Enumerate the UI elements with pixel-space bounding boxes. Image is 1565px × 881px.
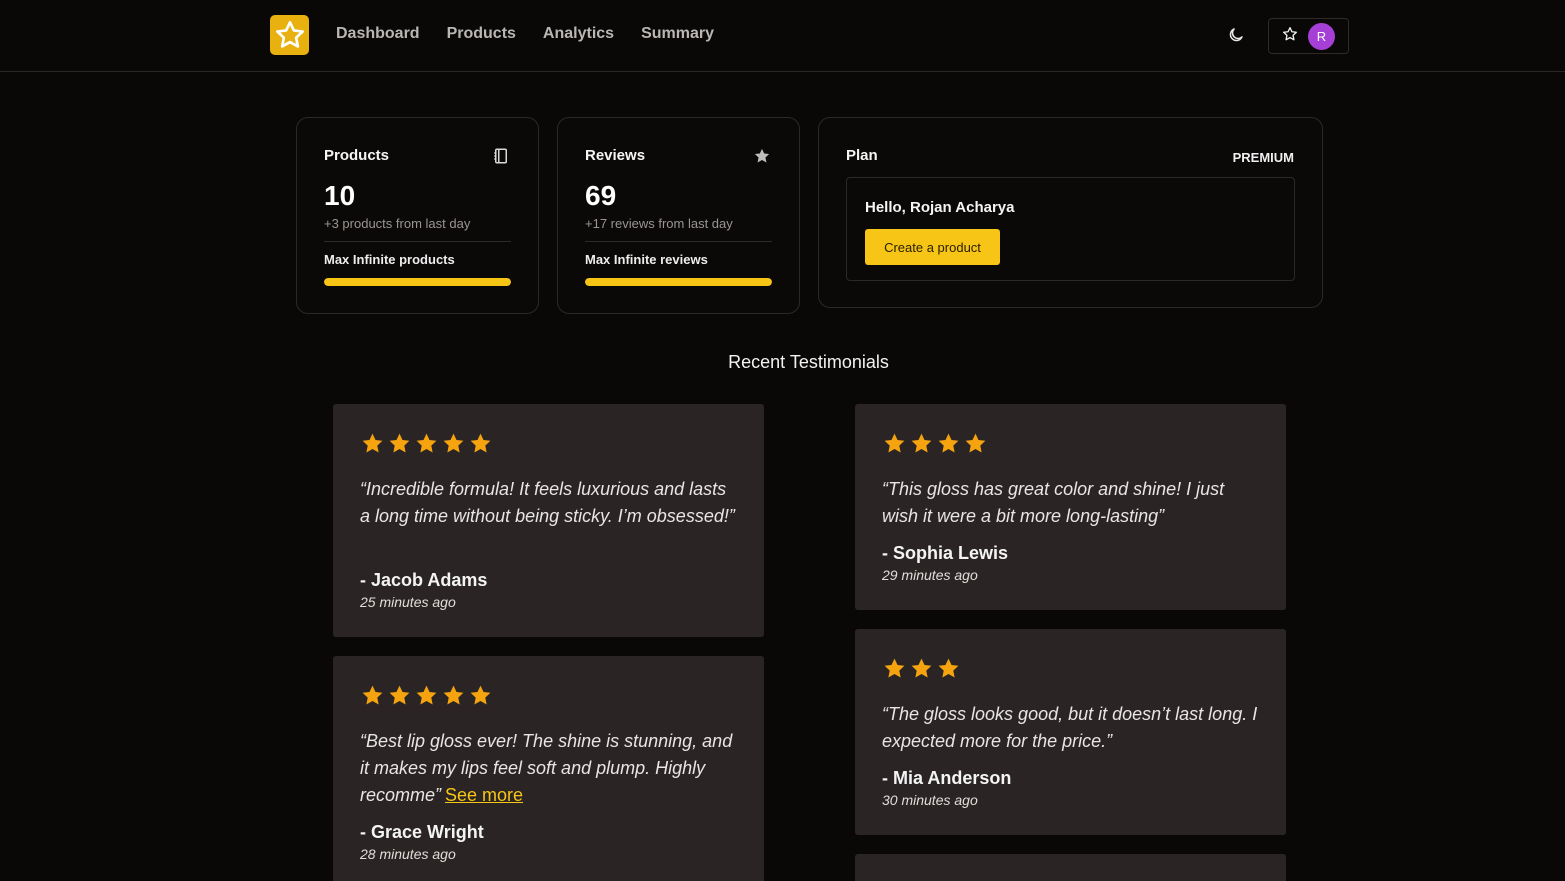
testimonial-quote: “The gloss looks good, but it doesn’t la… xyxy=(882,704,1258,751)
card-title: Plan xyxy=(846,147,878,164)
star-icon xyxy=(360,431,385,456)
testimonial-card: “The gloss looks good, but it doesn’t la… xyxy=(855,629,1286,835)
avatar[interactable]: R xyxy=(1308,22,1335,50)
star-icon xyxy=(936,431,961,456)
top-navbar: Dashboard Products Analytics Summary R xyxy=(0,0,1565,72)
see-more-link[interactable]: See more xyxy=(445,785,523,805)
star-rating xyxy=(360,431,493,456)
card-value: 69 xyxy=(585,180,617,211)
star-icon xyxy=(414,431,439,456)
star-icon xyxy=(909,431,934,456)
notebook-icon xyxy=(492,147,510,165)
plan-tier-badge: PREMIUM xyxy=(1232,150,1294,165)
star-rating xyxy=(360,683,493,708)
star-icon xyxy=(468,431,493,456)
star-icon xyxy=(387,431,412,456)
logo-star-icon[interactable] xyxy=(270,15,309,55)
testimonial-author: - Jacob Adams xyxy=(360,570,488,590)
testimonial-card: “This gloss has great color and shine! I… xyxy=(855,404,1286,610)
star-icon xyxy=(882,431,907,456)
testimonial-time: 29 minutes ago xyxy=(882,567,978,583)
quote-text: “Best lip gloss ever! The shine is stunn… xyxy=(360,731,733,805)
main-nav: Dashboard Products Analytics Summary xyxy=(336,24,714,44)
progress-fill xyxy=(324,278,511,286)
card-value: 10 xyxy=(324,180,356,211)
star-icon xyxy=(909,656,934,681)
testimonial-author: - Sophia Lewis xyxy=(882,543,1009,563)
reviews-progress-bar xyxy=(585,278,772,286)
star-icon xyxy=(360,683,385,708)
nav-analytics[interactable]: Analytics xyxy=(543,24,614,44)
divider xyxy=(585,241,772,242)
moon-icon[interactable] xyxy=(1224,23,1248,47)
card-limit-label: Max Infinite reviews xyxy=(585,252,708,267)
star-icon xyxy=(441,431,466,456)
star-icon xyxy=(936,656,961,681)
star-icon xyxy=(441,683,466,708)
testimonial-quote: “Incredible formula! It feels luxurious … xyxy=(360,479,735,526)
testimonial-author: - Mia Anderson xyxy=(882,768,1012,788)
star-rating xyxy=(882,656,961,681)
testimonial-time: 30 minutes ago xyxy=(882,792,978,808)
plan-greeting-box: Hello, Rojan Acharya Create a product xyxy=(846,177,1295,281)
testimonial-card: “Incredible formula! It feels luxurious … xyxy=(333,404,764,637)
greeting-text: Hello, Rojan Acharya xyxy=(865,199,1015,216)
star-icon xyxy=(963,431,988,456)
card-limit-label: Max Infinite products xyxy=(324,252,455,267)
plan-card: Plan PREMIUM Hello, Rojan Acharya Create… xyxy=(818,117,1323,308)
star-filled-icon xyxy=(753,147,771,165)
testimonial-time: 28 minutes ago xyxy=(360,846,456,862)
testimonial-author: - Grace Wright xyxy=(360,822,484,842)
star-icon xyxy=(468,683,493,708)
star-outline-icon[interactable] xyxy=(1282,26,1298,47)
star-icon xyxy=(387,683,412,708)
products-progress-bar xyxy=(324,278,511,286)
testimonial-quote: “This gloss has great color and shine! I… xyxy=(882,479,1225,526)
products-stat-card: Products 10 +3 products from last day Ma… xyxy=(296,117,539,314)
testimonial-card: “Best lip gloss ever! The shine is stunn… xyxy=(333,656,764,881)
star-rating xyxy=(882,431,988,456)
user-menu[interactable]: R xyxy=(1268,18,1349,54)
reviews-stat-card: Reviews 69 +17 reviews from last day Max… xyxy=(557,117,800,314)
testimonial-quote: “Best lip gloss ever! The shine is stunn… xyxy=(360,728,740,809)
section-title: Recent Testimonials xyxy=(728,352,889,372)
card-subtext: +3 products from last day xyxy=(324,216,471,231)
card-subtext: +17 reviews from last day xyxy=(585,216,733,231)
nav-dashboard[interactable]: Dashboard xyxy=(336,24,420,44)
testimonial-time: 25 minutes ago xyxy=(360,594,456,610)
divider xyxy=(324,241,511,242)
progress-fill xyxy=(585,278,772,286)
nav-products[interactable]: Products xyxy=(447,24,516,44)
star-icon xyxy=(882,656,907,681)
card-title: Products xyxy=(324,147,390,164)
card-title: Reviews xyxy=(585,147,646,164)
testimonial-card-partial xyxy=(855,854,1286,881)
create-product-button[interactable]: Create a product xyxy=(865,229,1000,265)
star-icon xyxy=(414,683,439,708)
nav-summary[interactable]: Summary xyxy=(641,24,714,44)
